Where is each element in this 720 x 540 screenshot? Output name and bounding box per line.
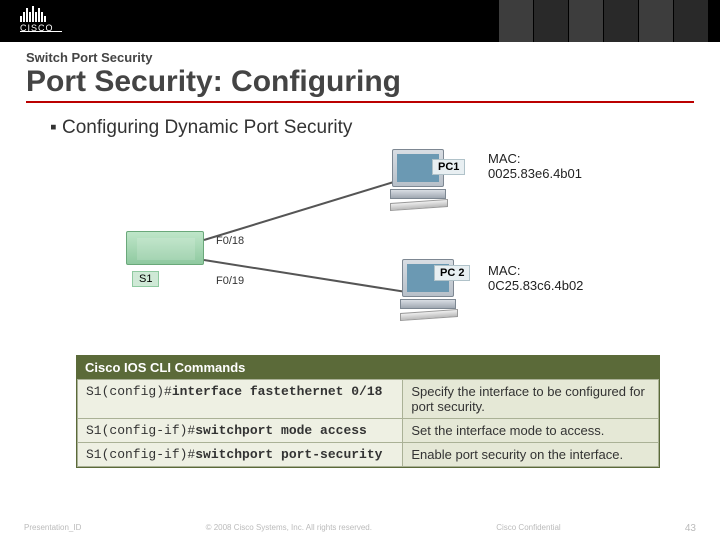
mac2-title: MAC: bbox=[488, 263, 583, 278]
cli-heading: Cisco IOS CLI Commands bbox=[77, 356, 659, 379]
subtitle-bullet: Configuring Dynamic Port Security bbox=[50, 117, 694, 139]
switch-label: S1 bbox=[132, 271, 159, 287]
cli-cell: S1(config-if)#switchport mode access bbox=[78, 419, 403, 443]
slide-footer: Presentation_ID © 2008 Cisco Systems, In… bbox=[0, 523, 720, 534]
cisco-bars-icon bbox=[20, 6, 54, 22]
title-bar: CISCO bbox=[0, 0, 720, 42]
mac1-value: 0025.83e6.4b01 bbox=[488, 166, 582, 181]
mac1-title: MAC: bbox=[488, 151, 582, 166]
footer-right: Cisco Confidential bbox=[496, 523, 560, 534]
cli-desc: Enable port security on the interface. bbox=[403, 443, 659, 467]
cisco-logo: CISCO bbox=[20, 6, 54, 33]
page-number: 43 bbox=[685, 523, 696, 534]
slide-title: Port Security: Configuring bbox=[26, 65, 694, 103]
mac2-block: MAC: 0C25.83c6.4b02 bbox=[488, 263, 583, 293]
switch-icon bbox=[126, 231, 204, 265]
cli-prompt: S1(config-if)# bbox=[86, 423, 195, 438]
cli-command: switchport port-security bbox=[195, 447, 382, 462]
cli-prompt: S1(config-if)# bbox=[86, 447, 195, 462]
pc1-icon bbox=[390, 149, 460, 209]
table-row: S1(config-if)#switchport port-security E… bbox=[78, 443, 659, 467]
slide-content: Switch Port Security Port Security: Conf… bbox=[0, 42, 720, 468]
cli-commands-box: Cisco IOS CLI Commands S1(config)#interf… bbox=[76, 355, 660, 468]
cli-desc: Specify the interface to be configured f… bbox=[403, 380, 659, 419]
cli-cell: S1(config)#interface fastethernet 0/18 bbox=[78, 380, 403, 419]
cli-command: switchport mode access bbox=[195, 423, 367, 438]
footer-left: Presentation_ID bbox=[24, 523, 81, 534]
logo-underline bbox=[20, 31, 62, 32]
link-line-1 bbox=[204, 181, 394, 241]
table-row: S1(config)#interface fastethernet 0/18 S… bbox=[78, 380, 659, 419]
cli-prompt: S1(config)# bbox=[86, 384, 172, 399]
pc1-label: PC1 bbox=[432, 159, 465, 175]
header-photo-strip bbox=[499, 0, 708, 42]
mac1-block: MAC: 0025.83e6.4b01 bbox=[488, 151, 582, 181]
cli-desc: Set the interface mode to access. bbox=[403, 419, 659, 443]
port-label-1: F0/18 bbox=[216, 235, 244, 247]
footer-center: © 2008 Cisco Systems, Inc. All rights re… bbox=[206, 523, 372, 534]
table-row: S1(config-if)#switchport mode access Set… bbox=[78, 419, 659, 443]
kicker-text: Switch Port Security bbox=[26, 50, 694, 65]
pc2-label: PC 2 bbox=[434, 265, 470, 281]
cli-cell: S1(config-if)#switchport port-security bbox=[78, 443, 403, 467]
port-label-2: F0/19 bbox=[216, 275, 244, 287]
cli-table: S1(config)#interface fastethernet 0/18 S… bbox=[77, 379, 659, 467]
cli-command: interface fastethernet 0/18 bbox=[172, 384, 383, 399]
mac2-value: 0C25.83c6.4b02 bbox=[488, 278, 583, 293]
network-diagram: S1 F0/18 F0/19 PC1 PC 2 MAC: 0025.83e6.4… bbox=[80, 149, 640, 349]
